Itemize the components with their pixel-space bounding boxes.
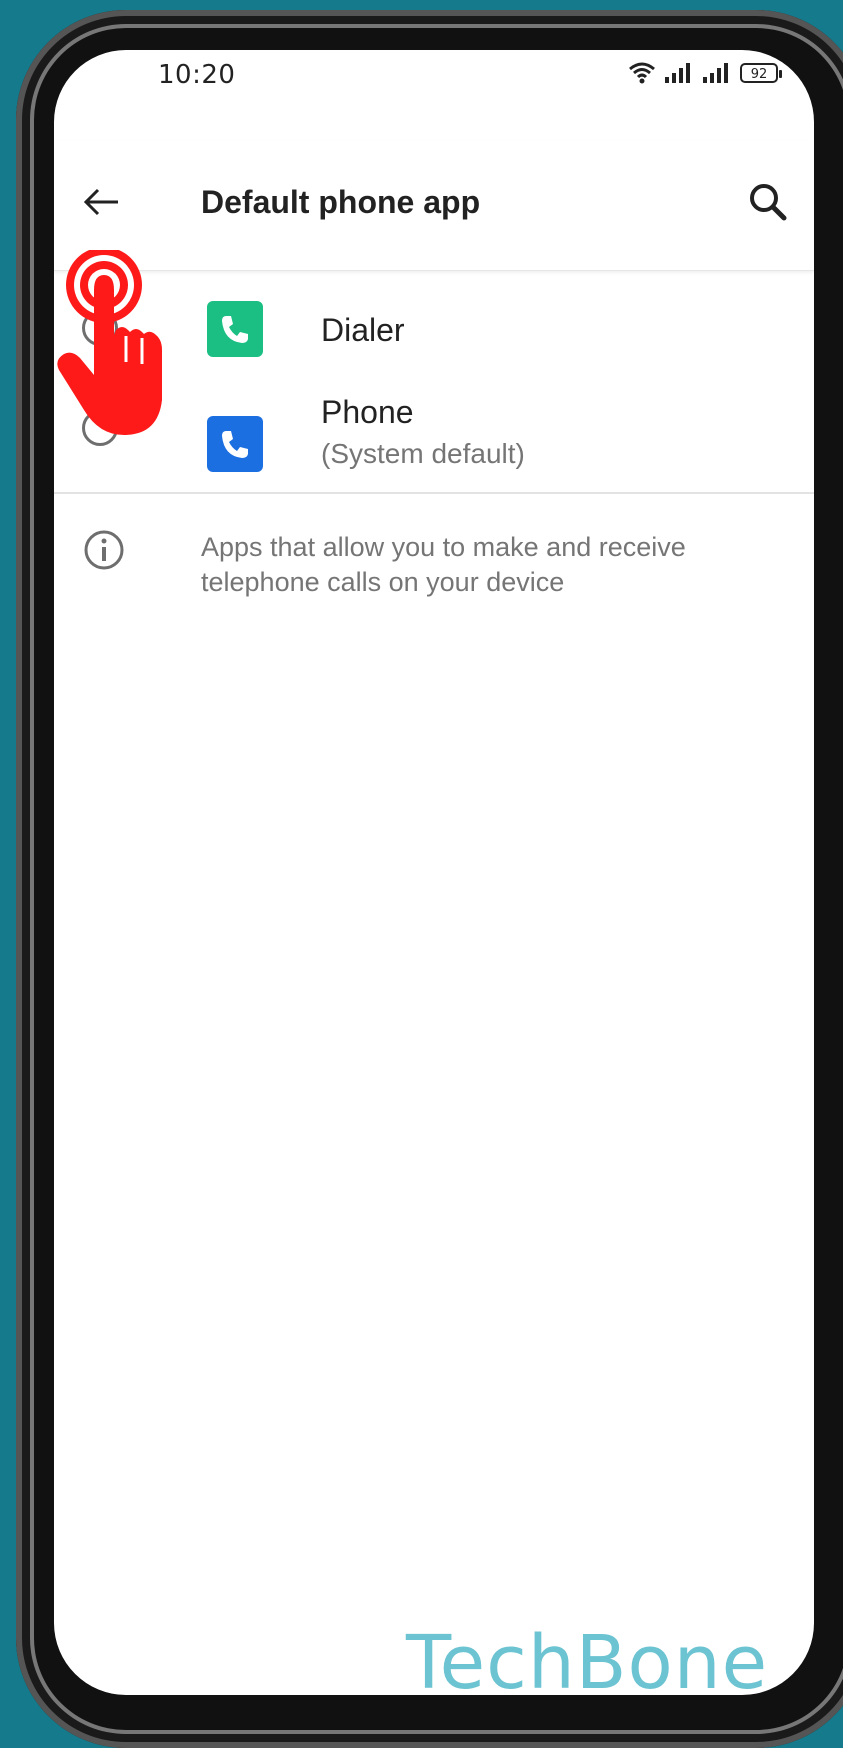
wifi-icon bbox=[629, 62, 655, 84]
signal-icon bbox=[665, 63, 690, 83]
app-sublabel-phone: (System default) bbox=[321, 438, 525, 469]
dialer-app-icon bbox=[207, 301, 263, 357]
back-button[interactable] bbox=[80, 180, 124, 224]
watermark-text: TechBone bbox=[406, 1620, 769, 1695]
info-description: Apps that allow you to make and receive … bbox=[201, 532, 686, 597]
phone-screen: 10:20 92 Default phone app Dialer Phone … bbox=[54, 50, 814, 1695]
phone-icon bbox=[222, 431, 248, 458]
status-time: 10:20 bbox=[158, 60, 236, 90]
battery-level: 92 bbox=[750, 67, 768, 82]
status-bar: 10:20 92 bbox=[54, 50, 814, 120]
arrow-left-icon bbox=[83, 188, 118, 216]
phone-icon bbox=[222, 316, 248, 343]
app-label-phone: Phone bbox=[321, 394, 414, 430]
search-icon bbox=[750, 184, 787, 221]
page-title: Default phone app bbox=[201, 184, 481, 220]
tap-hand-icon bbox=[57, 250, 163, 435]
status-icons: 92 bbox=[628, 62, 782, 84]
signal-icon bbox=[703, 63, 728, 83]
info-icon bbox=[84, 530, 124, 570]
search-button[interactable] bbox=[744, 178, 792, 226]
phone-app-icon bbox=[207, 416, 263, 472]
app-label-dialer: Dialer bbox=[321, 312, 405, 348]
battery-icon: 92 bbox=[740, 63, 782, 83]
divider bbox=[54, 492, 814, 494]
